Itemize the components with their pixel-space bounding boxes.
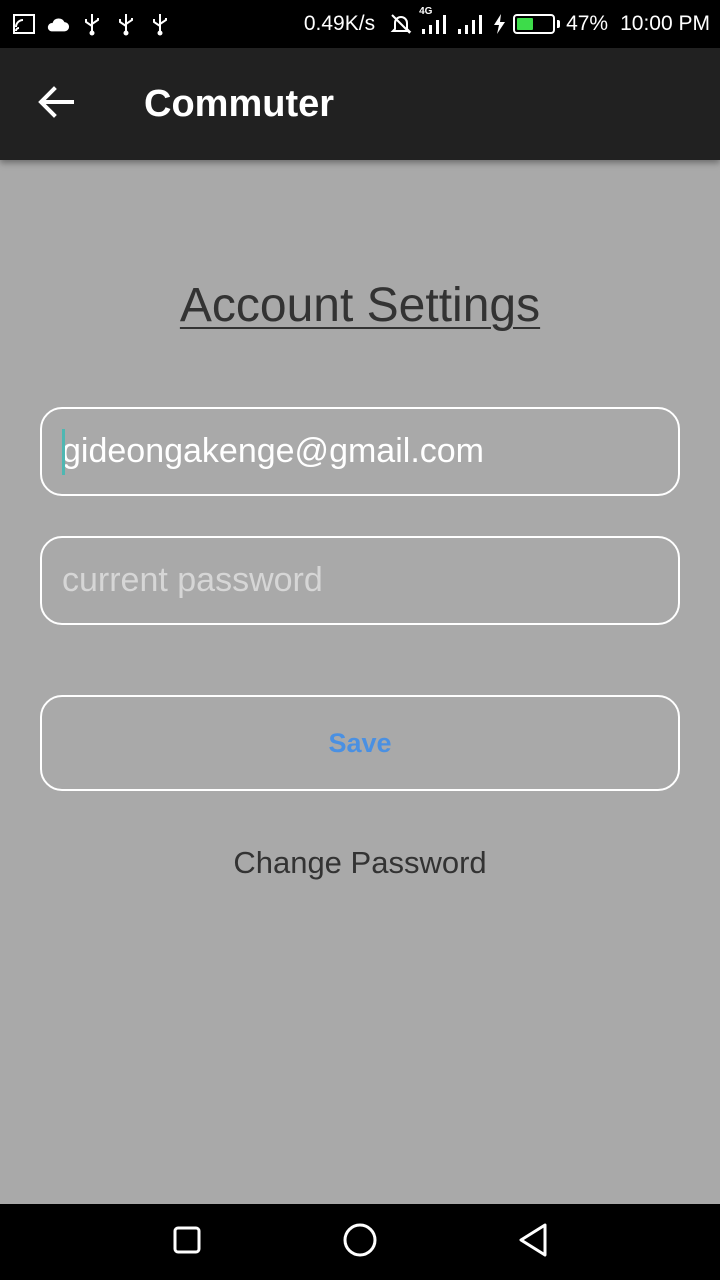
status-bar: 0.49K/s 4G 47% 10:00 PM [0,0,720,48]
recent-apps-icon [172,1225,202,1260]
network-type: 4G [419,6,433,17]
status-right-icons: 0.49K/s 4G 47% 10:00 PM [303,6,710,36]
recent-apps-button[interactable] [157,1212,217,1272]
password-input[interactable] [62,561,678,600]
usb-icon [148,12,172,36]
home-button[interactable] [330,1212,390,1272]
mute-bell-icon [389,12,413,36]
page-title: Account Settings [179,279,541,332]
app-title: Commuter [144,82,335,125]
navigation-bar [0,1204,720,1280]
battery-tip [557,20,561,28]
back-icon [517,1222,549,1263]
usb-icon [80,12,104,36]
battery-body [513,14,556,34]
cloud-icon [46,12,70,36]
screen: 0.49K/s 4G 47% 10:00 PM Commuter Account… [0,0,720,1280]
arrow-left-icon [38,85,74,123]
signal-icon [455,12,485,36]
email-field[interactable]: gideongakenge@gmail.com [40,407,680,496]
home-icon [342,1222,378,1263]
battery-fill [517,18,534,30]
usb-icon [114,12,138,36]
battery-percent: 47% [566,12,609,35]
password-field[interactable] [40,536,680,625]
text-cursor [62,428,65,475]
battery-icon [513,14,561,34]
network-speed: 0.49K/s [303,12,376,35]
status-left-icons [12,12,172,36]
save-button[interactable]: Save [40,695,680,791]
charging-icon [491,12,507,36]
signal-icon: 4G [419,6,449,36]
system-back-button[interactable] [503,1212,563,1272]
back-button[interactable] [20,68,92,140]
change-password-link[interactable]: Change Password [0,845,720,881]
clock: 10:00 PM [620,12,710,35]
email-value: gideongakenge@gmail.com [62,432,484,470]
app-bar: Commuter [0,48,720,160]
cast-icon [12,12,36,36]
